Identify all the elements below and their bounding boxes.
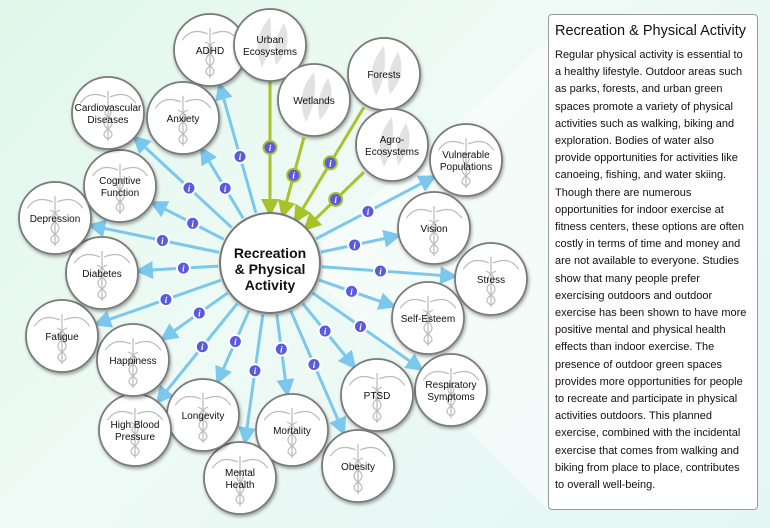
node-label: Anxiety: [167, 114, 200, 125]
node-cognitive-function[interactable]: CognitiveFunction: [83, 149, 157, 223]
info-icon[interactable]: i: [191, 305, 207, 321]
node-vision[interactable]: Vision: [397, 191, 471, 265]
node-label: Wetlands: [293, 96, 335, 107]
node-self-esteem[interactable]: Self-Esteem: [391, 281, 465, 355]
node-label: Mortality: [273, 426, 311, 437]
node-ptsd[interactable]: PTSD: [340, 358, 414, 432]
center-node[interactable]: Recreation & Physical Activity: [219, 212, 321, 314]
info-icon[interactable]: i: [154, 232, 170, 248]
center-label-line: Activity: [245, 277, 296, 293]
node-label: PTSD: [364, 391, 391, 402]
panel-body: Regular physical activity is essential t…: [555, 49, 747, 492]
node-longevity[interactable]: Longevity: [166, 378, 240, 452]
info-icon[interactable]: i: [372, 263, 388, 279]
node-label: Stress: [477, 275, 505, 286]
node-label: ADHD: [196, 46, 224, 57]
center-label-line: & Physical: [235, 261, 306, 277]
node-label: Diabetes: [82, 269, 121, 280]
node-anxiety[interactable]: Anxiety: [146, 81, 220, 155]
node-label: Pressure: [115, 432, 155, 443]
node-label: Longevity: [182, 411, 225, 422]
info-icon[interactable]: i: [185, 215, 201, 231]
node-depression[interactable]: Depression: [18, 181, 92, 255]
node-label: Function: [101, 188, 139, 199]
node-label: Cognitive: [99, 176, 141, 187]
info-icon[interactable]: i: [306, 356, 322, 372]
info-icon[interactable]: i: [181, 180, 197, 196]
info-icon[interactable]: i: [175, 260, 191, 276]
node-happiness[interactable]: Happiness: [96, 323, 170, 397]
node-label: Ecosystems: [365, 147, 419, 158]
node-label: Urban: [256, 35, 283, 46]
node-stress[interactable]: Stress: [454, 242, 528, 316]
info-icon[interactable]: i: [194, 339, 210, 355]
node-cardiovascular-diseases[interactable]: CardiovascularDiseases: [71, 76, 145, 150]
node-label: Vulnerable: [442, 150, 490, 161]
node-label: Depression: [30, 214, 81, 225]
info-icon[interactable]: i: [352, 318, 368, 334]
info-icon[interactable]: i: [273, 341, 289, 357]
panel-title: Recreation & Physical Activity: [555, 23, 746, 39]
info-icon[interactable]: i: [344, 283, 360, 299]
info-icon[interactable]: i: [328, 191, 344, 207]
node-respiratory-symptoms[interactable]: RespiratorySymptoms: [414, 353, 488, 427]
node-label: Forests: [367, 70, 400, 81]
node-label: Respiratory: [425, 380, 476, 391]
node-label: Ecosystems: [243, 47, 297, 58]
node-label: Diseases: [87, 115, 128, 126]
node-agro-ecosystems[interactable]: Agro-Ecosystems: [355, 108, 429, 182]
info-icon[interactable]: i: [317, 323, 333, 339]
concept-diagram: iiiiiiiiiiiiiiiiii iiiii ADHDVulnerablePo…: [18, 8, 548, 515]
node-label: High Blood: [111, 420, 160, 431]
node-label: Health: [226, 480, 255, 491]
node-high-blood-pressure[interactable]: High BloodPressure: [98, 393, 172, 467]
node-label: Fatigue: [45, 332, 79, 343]
info-icon[interactable]: i: [227, 334, 243, 350]
node-vulnerable-populations[interactable]: VulnerablePopulations: [429, 123, 503, 197]
node-label: Obesity: [341, 462, 375, 473]
node-forests[interactable]: Forests: [347, 37, 421, 111]
node-label: Populations: [440, 162, 492, 173]
node-label: Mental: [225, 468, 255, 479]
node-label: Agro-: [380, 135, 404, 146]
node-fatigue[interactable]: Fatigue: [25, 299, 99, 373]
info-icon[interactable]: i: [322, 155, 338, 171]
node-label: Cardiovascular: [75, 103, 142, 114]
info-icon[interactable]: i: [286, 167, 302, 183]
info-icon[interactable]: i: [262, 140, 278, 155]
node-label: Symptoms: [427, 392, 474, 403]
node-obesity[interactable]: Obesity: [321, 429, 395, 503]
info-icon[interactable]: i: [158, 292, 174, 308]
center-label-line: Recreation: [234, 245, 306, 261]
info-panel: Recreation & Physical Activity Regular p…: [548, 14, 758, 510]
node-wetlands[interactable]: Wetlands: [277, 63, 351, 137]
info-icon[interactable]: i: [232, 149, 248, 165]
info-icon[interactable]: i: [247, 363, 263, 379]
info-icon[interactable]: i: [360, 204, 376, 220]
node-diabetes[interactable]: Diabetes: [65, 236, 139, 310]
node-mental-health[interactable]: MentalHealth: [203, 441, 277, 515]
node-label: Self-Esteem: [401, 314, 455, 325]
node-label: Happiness: [109, 356, 156, 367]
node-label: Vision: [420, 224, 447, 235]
info-icon[interactable]: i: [347, 237, 363, 253]
info-icon[interactable]: i: [217, 180, 233, 196]
